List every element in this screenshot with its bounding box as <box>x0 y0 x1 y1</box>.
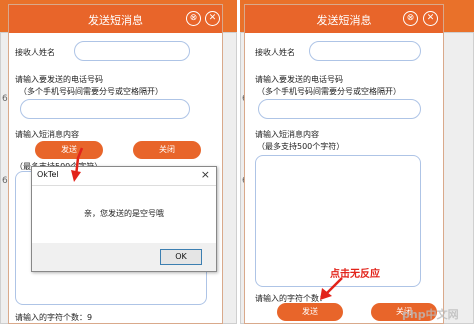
alert-message: 亲，您发送的是空号哦 <box>84 209 164 218</box>
char-count-label: 请输入的字符个数：9 <box>15 313 93 322</box>
minimize-icon[interactable]: ⊗ <box>186 11 201 26</box>
recipient-label: 接收人姓名 <box>255 48 295 57</box>
phone-hint: （多个手机号码间需要分号或空格隔开） <box>19 87 163 96</box>
alert-close-icon[interactable]: × <box>201 168 210 181</box>
close-button[interactable]: 关闭 <box>133 141 201 159</box>
recipient-input[interactable] <box>309 41 421 61</box>
alert-title: OkTel <box>37 170 59 179</box>
annotation-arrow-left <box>71 147 84 182</box>
minimize-icon[interactable]: ⊗ <box>403 11 418 26</box>
phone-label: 请输入要发送的电话号码 <box>15 75 103 84</box>
max-chars-hint: （最多支持500个字符） <box>257 142 345 151</box>
background-digit: 6 <box>2 176 8 186</box>
send-button[interactable]: 发送 <box>35 141 103 159</box>
alert-message-box: OkTel × 亲，您发送的是空号哦 OK <box>31 166 217 272</box>
alert-titlebar: OkTel × <box>32 167 216 185</box>
watermark: php中文网 <box>402 308 459 321</box>
alert-ok-button[interactable]: OK <box>160 249 202 265</box>
phone-input[interactable] <box>20 99 190 119</box>
recipient-label: 接收人姓名 <box>15 48 55 57</box>
alert-body: 亲，您发送的是空号哦 <box>32 185 216 243</box>
content-label: 请输入短消息内容 <box>15 130 79 139</box>
dialog-titlebar: 发送短消息 ⊗ ✕ <box>9 5 222 33</box>
close-icon[interactable]: ✕ <box>205 11 220 26</box>
phone-label: 请输入要发送的电话号码 <box>255 75 343 84</box>
background-digit: 6 <box>2 94 8 104</box>
annotation-arrow-right <box>320 277 343 300</box>
close-icon[interactable]: ✕ <box>423 11 438 26</box>
phone-hint: （多个手机号码间需要分号或空格隔开） <box>257 87 401 96</box>
recipient-input[interactable] <box>74 41 190 61</box>
send-sms-dialog-left: 发送短消息 ⊗ ✕ 接收人姓名 请输入要发送的电话号码 （多个手机号码间需要分号… <box>8 4 223 324</box>
phone-input[interactable] <box>258 99 421 119</box>
dialog-titlebar: 发送短消息 ⊗ ✕ <box>245 5 443 33</box>
content-label: 请输入短消息内容 <box>255 130 319 139</box>
